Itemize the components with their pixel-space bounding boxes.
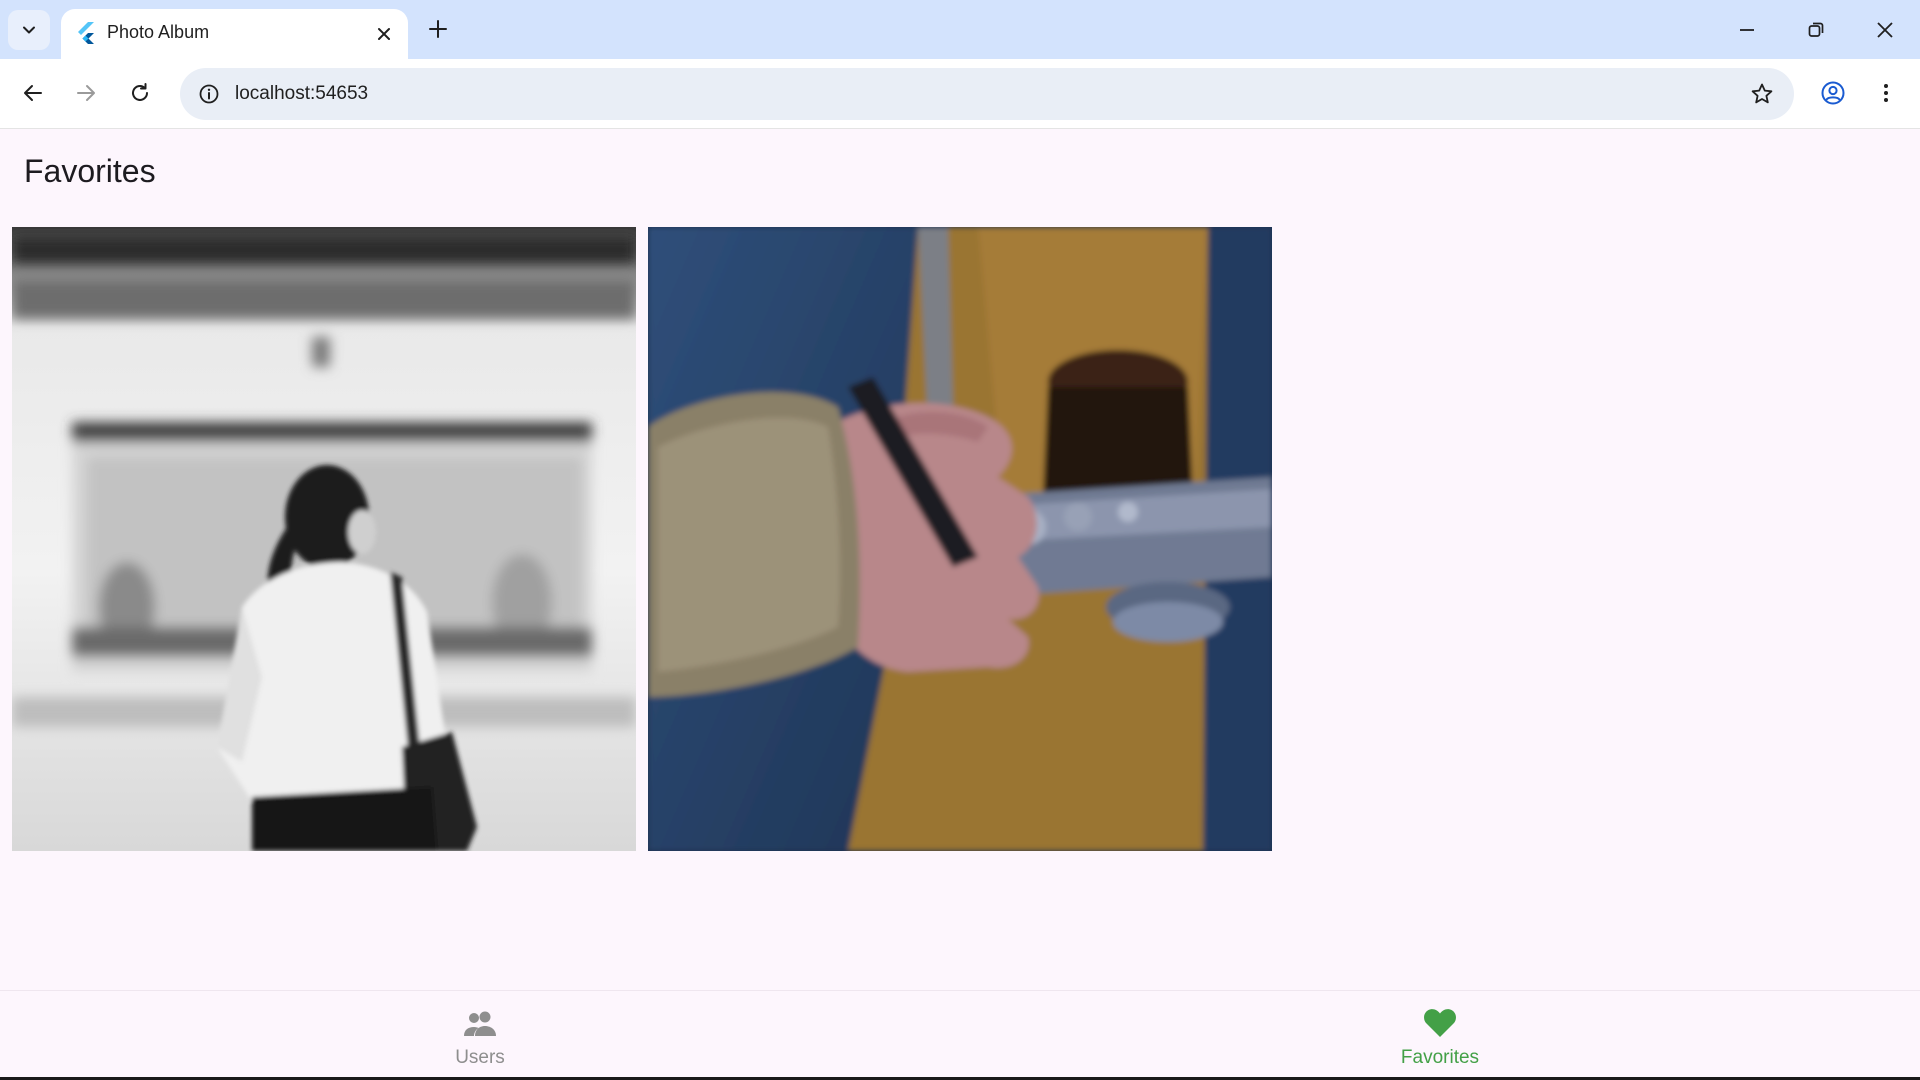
nav-item-users[interactable]: Users — [380, 991, 580, 1079]
minimize-icon — [1740, 29, 1754, 31]
flutter-icon — [78, 22, 94, 44]
arrow-left-icon — [24, 85, 42, 101]
info-icon — [199, 84, 219, 104]
url-text[interactable]: localhost:54653 — [235, 83, 368, 105]
favorite-photo-1[interactable] — [12, 227, 636, 851]
heart-icon — [1424, 1009, 1456, 1037]
more-vert-icon — [1884, 84, 1888, 102]
new-tab-button[interactable] — [422, 13, 454, 45]
people-icon — [464, 1011, 496, 1036]
tab-close-button[interactable] — [369, 19, 399, 49]
profile-button[interactable] — [1813, 73, 1853, 113]
favorite-photo-2[interactable] — [648, 227, 1272, 851]
chevron-down-icon — [23, 26, 35, 34]
nav-label-favorites: Favorites — [1400, 1047, 1480, 1068]
forward-button[interactable] — [66, 73, 106, 113]
browser-toolbar: localhost:54653 — [0, 59, 1920, 129]
arrow-right-icon — [77, 85, 95, 101]
plus-icon — [429, 20, 447, 38]
nav-label-users: Users — [455, 1047, 505, 1068]
address-bar[interactable]: localhost:54653 — [180, 68, 1794, 120]
restore-button[interactable] — [1790, 8, 1842, 52]
back-button[interactable] — [13, 73, 53, 113]
browser-menu-button[interactable] — [1866, 73, 1906, 113]
page-title: Favorites — [24, 153, 156, 189]
browser-tabstrip: Photo Album — [0, 0, 1920, 59]
nav-item-favorites[interactable]: Favorites — [1340, 991, 1540, 1079]
restore-icon — [1808, 22, 1824, 37]
star-icon — [1751, 83, 1773, 104]
browser-tab[interactable]: Photo Album — [61, 9, 408, 59]
bottom-navigation-bar: Users Favorites — [0, 990, 1920, 1080]
reload-button[interactable] — [120, 73, 160, 113]
site-info-button[interactable] — [194, 79, 224, 109]
reload-icon — [132, 83, 148, 101]
photo-woman-train — [12, 227, 636, 851]
account-circle-icon — [1821, 81, 1845, 105]
minimize-button[interactable] — [1721, 8, 1773, 52]
bookmark-button[interactable] — [1746, 78, 1778, 110]
tab-search-button[interactable] — [8, 10, 50, 50]
tab-title: Photo Album — [107, 22, 210, 42]
photo-hand-camera — [648, 227, 1272, 851]
close-icon — [1877, 22, 1893, 38]
close-icon — [378, 28, 390, 40]
close-window-button[interactable] — [1859, 8, 1911, 52]
